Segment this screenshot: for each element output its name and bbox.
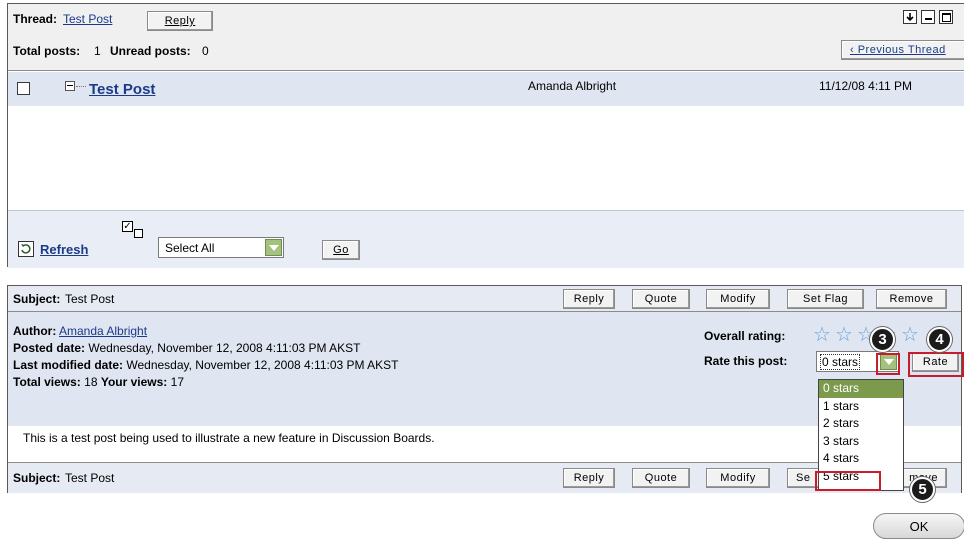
subject-bar-top: Subject: Test Post Reply Quote Modify Se…: [8, 286, 961, 312]
highlight-rate-button: [908, 352, 964, 377]
select-checkboxes-icon[interactable]: ✓: [122, 221, 146, 245]
star-icon: ☆: [901, 324, 919, 346]
post-title-link[interactable]: Test Post: [89, 81, 155, 98]
unread-posts-value: 0: [202, 44, 209, 58]
step-3-callout: 3: [870, 327, 895, 352]
rate-post-label: Rate this post:: [704, 354, 788, 368]
rating-option[interactable]: 1 stars: [819, 398, 903, 416]
thread-reply-button[interactable]: Reply: [147, 11, 213, 31]
author-line: Author: Amanda Albright: [13, 324, 147, 338]
go-label: Go: [333, 244, 349, 256]
unread-posts-label: Unread posts:: [110, 44, 191, 58]
rating-option[interactable]: 0 stars: [819, 380, 903, 398]
overall-rating-label: Overall rating:: [704, 329, 786, 343]
highlight-five-stars: [815, 471, 881, 491]
post-date: 11/12/08 4:11 PM: [819, 79, 912, 93]
post-select-checkbox[interactable]: [17, 82, 30, 95]
views-line: Total views: 18 Your views: 17: [13, 375, 184, 389]
post-author: Amanda Albright: [528, 79, 617, 93]
collapse-icon[interactable]: [65, 81, 75, 91]
total-views-value: 18: [84, 375, 98, 389]
remove-button[interactable]: Remove: [876, 289, 947, 309]
star-icon: ☆: [813, 324, 831, 346]
minimize-icon[interactable]: [921, 10, 935, 24]
step-4-callout: 4: [927, 327, 952, 352]
total-posts-label: Total posts:: [13, 44, 81, 58]
maximize-icon[interactable]: [939, 10, 953, 24]
star-icon: ☆: [835, 324, 853, 346]
modified-date-value: Wednesday, November 12, 2008 4:11:03 PM …: [126, 358, 399, 372]
total-views-label: Total views:: [13, 375, 81, 389]
set-flag-button[interactable]: Set Flag: [787, 289, 864, 309]
posted-date-line: Posted date: Wednesday, November 12, 200…: [13, 341, 361, 355]
thread-label: Thread:: [13, 12, 58, 26]
refresh-link[interactable]: Refresh: [40, 242, 88, 257]
ok-button[interactable]: OK: [873, 513, 964, 539]
step-5-callout: 5: [910, 477, 935, 502]
author-link[interactable]: Amanda Albright: [59, 324, 147, 338]
select-all-value: Select All: [165, 240, 215, 255]
thread-post-row[interactable]: Test Post Amanda Albright 11/12/08 4:11 …: [8, 72, 964, 106]
thread-title-link[interactable]: Test Post: [63, 12, 112, 26]
refresh-icon[interactable]: [18, 241, 34, 257]
your-views-value: 17: [170, 375, 185, 389]
author-label: Author:: [13, 324, 57, 338]
reply-button[interactable]: Reply: [563, 289, 615, 309]
thread-footer: Refresh ✓ Select All Go: [8, 210, 964, 268]
quote-button-bottom[interactable]: Quote: [632, 468, 690, 488]
go-button[interactable]: Go: [322, 240, 360, 260]
download-icon[interactable]: [903, 10, 917, 24]
select-all-dropdown[interactable]: Select All: [158, 237, 284, 258]
previous-thread-button[interactable]: ‹ Previous Thread: [841, 40, 964, 60]
previous-thread-label: ‹ Previous Thread: [850, 44, 946, 56]
rating-option[interactable]: 2 stars: [819, 415, 903, 433]
modify-button-bottom[interactable]: Modify: [706, 468, 770, 488]
modified-date-label: Last modified date:: [13, 358, 124, 372]
tree-connector: [76, 86, 86, 87]
subject-label: Subject:: [13, 292, 61, 306]
rating-option[interactable]: 4 stars: [819, 450, 903, 468]
total-posts-value: 1: [94, 44, 101, 58]
rating-option[interactable]: 3 stars: [819, 433, 903, 451]
modified-date-line: Last modified date: Wednesday, November …: [13, 358, 399, 372]
posted-date-value: Wednesday, November 12, 2008 4:11:03 PM …: [88, 341, 361, 355]
chevron-down-icon[interactable]: [265, 239, 282, 256]
reply-button-bottom[interactable]: Reply: [563, 468, 615, 488]
your-views-label: Your views:: [100, 375, 168, 389]
highlight-dropdown-arrow: [876, 353, 900, 375]
rating-select-value: 0 stars: [820, 353, 861, 370]
thread-header: Thread: Test Post Reply Total posts: 1 U…: [8, 4, 964, 71]
thread-reply-label: Reply: [164, 15, 196, 27]
thread-panel: Thread: Test Post Reply Total posts: 1 U…: [7, 3, 964, 268]
modify-button[interactable]: Modify: [706, 289, 770, 309]
subject-label-bottom: Subject:: [13, 471, 61, 485]
subject-value: Test Post: [65, 292, 115, 306]
posted-date-label: Posted date:: [13, 341, 86, 355]
post-body-text: This is a test post being used to illust…: [23, 431, 435, 445]
quote-button[interactable]: Quote: [632, 289, 690, 309]
subject-value-bottom: Test Post: [65, 471, 115, 485]
